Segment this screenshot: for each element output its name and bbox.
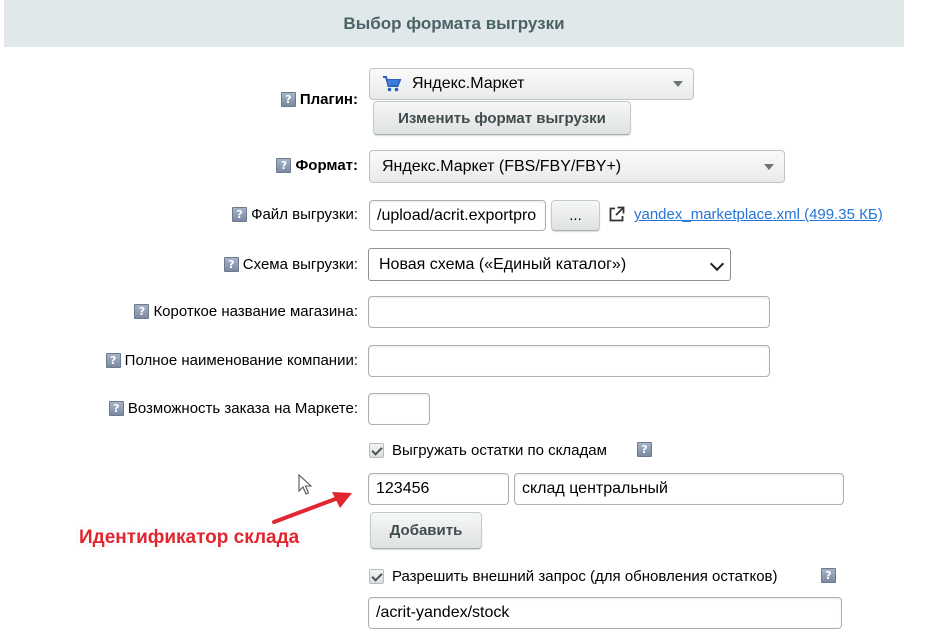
stocks-checkbox-label: Выгружать остатки по складам xyxy=(392,442,607,459)
help-icon[interactable]: ? xyxy=(134,304,150,319)
annotation-label: Идентификатор склада xyxy=(79,527,300,548)
help-icon[interactable]: ? xyxy=(821,568,836,583)
format-select[interactable]: Яндекс.Маркет (FBS/FBY/FBY+) xyxy=(369,150,785,183)
company-name-label: ? Полное наименование компании: xyxy=(105,352,358,369)
section-title: Выбор формата выгрузки xyxy=(343,13,565,33)
plugin-label: ? Плагин: xyxy=(280,91,358,108)
help-icon[interactable]: ? xyxy=(223,257,239,272)
order-possibility-input[interactable] xyxy=(368,393,430,425)
chevron-down-icon xyxy=(764,163,774,170)
plugin-select[interactable]: Яндекс.Маркет xyxy=(369,68,694,100)
schema-select[interactable]: Новая схема («Единый каталог») xyxy=(368,248,731,281)
help-icon[interactable]: ? xyxy=(108,401,124,416)
external-request-url-input[interactable]: /acrit-yandex/stock xyxy=(368,597,842,629)
section-header: Выбор формата выгрузки xyxy=(4,0,904,47)
change-format-button[interactable]: Изменить формат выгрузки xyxy=(373,101,631,135)
help-icon[interactable]: ? xyxy=(637,442,652,457)
schema-label: ? Схема выгрузки: xyxy=(223,256,358,273)
browse-button[interactable]: ... xyxy=(551,200,600,231)
format-label: ? Формат: xyxy=(276,157,358,174)
export-file-link[interactable]: yandex_marketplace.xml (499.35 КБ) xyxy=(634,206,883,223)
chevron-down-icon xyxy=(673,81,683,87)
warehouse-id-input[interactable]: 123456 xyxy=(368,473,509,505)
help-icon[interactable]: ? xyxy=(105,353,121,368)
external-link-icon[interactable] xyxy=(608,206,625,223)
file-label: ? Файл выгрузки: xyxy=(232,206,358,223)
cart-icon xyxy=(383,76,402,92)
format-value: Яндекс.Маркет (FBS/FBY/FBY+) xyxy=(382,157,622,175)
plugin-value: Яндекс.Маркет xyxy=(412,75,525,92)
external-request-checkbox-label: Разрешить внешний запрос (для обновления… xyxy=(392,568,778,585)
short-name-label: ? Короткое название магазина: xyxy=(134,303,358,320)
order-possibility-label: ? Возможность заказа на Маркете: xyxy=(108,400,358,417)
annotation-arrow xyxy=(272,492,352,524)
stocks-checkbox[interactable] xyxy=(369,443,384,458)
add-warehouse-button[interactable]: Добавить xyxy=(370,512,482,549)
help-icon[interactable]: ? xyxy=(280,92,296,107)
external-request-checkbox[interactable] xyxy=(369,569,384,584)
schema-value: Новая схема («Единый каталог») xyxy=(379,255,627,273)
company-name-input[interactable] xyxy=(368,345,770,377)
warehouse-name-input[interactable]: склад центральный xyxy=(514,473,844,505)
help-icon[interactable]: ? xyxy=(276,158,292,173)
file-path-input[interactable]: /upload/acrit.exportpro xyxy=(369,200,546,231)
short-name-input[interactable] xyxy=(368,296,770,328)
help-icon[interactable]: ? xyxy=(232,207,248,222)
chevron-down-icon xyxy=(709,256,725,271)
